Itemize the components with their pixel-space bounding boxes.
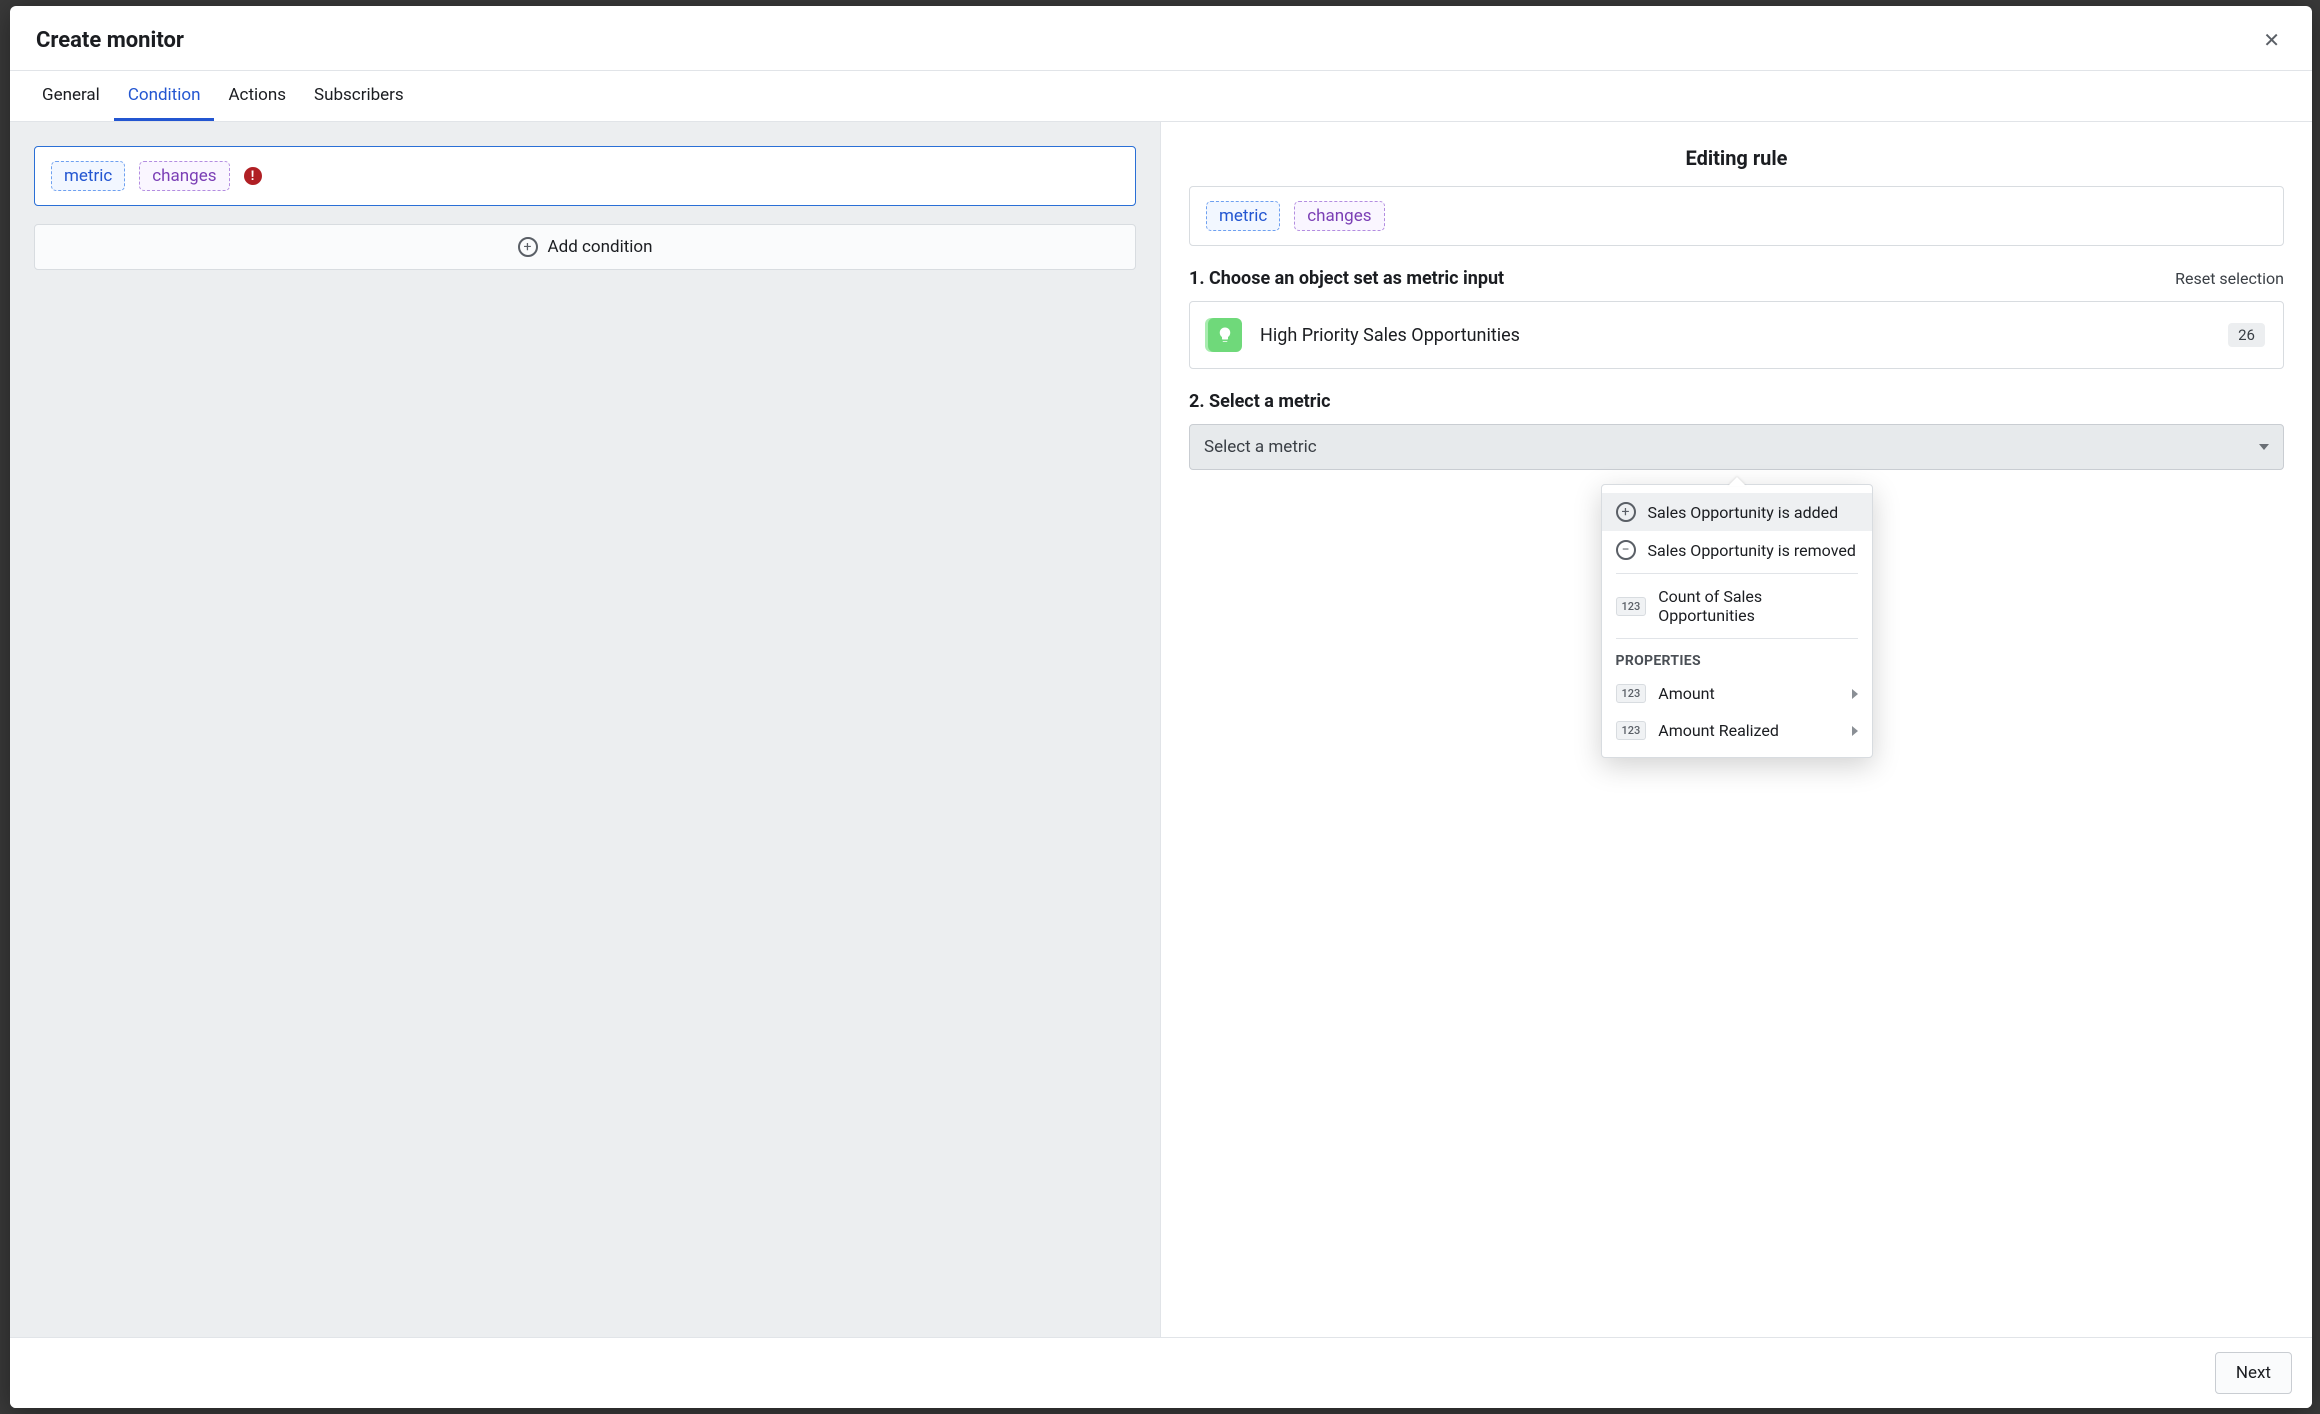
error-icon: ! [244,167,262,185]
tab-general[interactable]: General [28,71,114,121]
number-type-icon: 123 [1616,684,1647,703]
metric-property-label: Amount Realized [1658,721,1779,740]
tab-bar: General Condition Actions Subscribers [10,71,2312,122]
metric-option-removed[interactable]: − Sales Opportunity is removed [1602,531,1872,569]
tab-condition[interactable]: Condition [114,71,215,121]
metric-option-added[interactable]: + Sales Opportunity is added [1602,493,1872,531]
metric-select-placeholder: Select a metric [1204,437,1317,457]
metric-option-label: Sales Opportunity is added [1648,503,1839,522]
object-set-card[interactable]: High Priority Sales Opportunities 26 [1189,301,2284,369]
modal-title: Create monitor [36,28,184,53]
number-type-icon: 123 [1616,597,1647,616]
number-type-icon: 123 [1616,721,1647,740]
metric-option-label: Sales Opportunity is removed [1648,541,1856,560]
chevron-right-icon [1852,726,1858,736]
minus-circle-icon: − [1616,540,1636,560]
object-set-count: 26 [2228,323,2265,347]
step-1-header: 1. Choose an object set as metric input … [1189,268,2284,289]
pill-metric[interactable]: metric [51,161,125,191]
step-2-label: 2. Select a metric [1189,391,1331,412]
condition-row[interactable]: metric changes ! [34,146,1136,206]
metric-property-amount-realized[interactable]: 123 Amount Realized [1602,712,1872,749]
editing-rule-title: Editing rule [1189,146,2284,170]
metric-option-label: Count of Sales Opportunities [1658,587,1857,625]
metric-option-count[interactable]: 123 Count of Sales Opportunities [1602,578,1872,634]
modal-footer: Next [10,1337,2312,1408]
condition-list-pane: metric changes ! + Add condition [10,122,1161,1337]
divider [1616,573,1858,574]
modal-header: Create monitor ✕ [10,6,2312,71]
metric-property-amount[interactable]: 123 Amount [1602,675,1872,712]
create-monitor-modal: Create monitor ✕ General Condition Actio… [10,6,2312,1408]
add-condition-label: Add condition [548,237,653,257]
metric-select[interactable]: Select a metric [1189,424,2284,470]
dropdown-heading-properties: PROPERTIES [1602,643,1872,675]
plus-circle-icon: + [518,237,538,257]
step-2-header: 2. Select a metric [1189,391,2284,412]
next-button[interactable]: Next [2215,1352,2292,1394]
step-1-label: 1. Choose an object set as metric input [1189,268,1504,289]
divider [1616,638,1858,639]
object-set-name: High Priority Sales Opportunities [1260,325,2210,346]
tab-subscribers[interactable]: Subscribers [300,71,418,121]
chevron-down-icon [2259,444,2269,450]
add-condition-button[interactable]: + Add condition [34,224,1136,270]
reset-selection-link[interactable]: Reset selection [2175,269,2284,288]
lightbulb-icon [1208,318,1242,352]
metric-dropdown: + Sales Opportunity is added − Sales Opp… [1601,484,1873,758]
close-icon[interactable]: ✕ [2257,24,2286,56]
rule-editor-pane: Editing rule metric changes 1. Choose an… [1161,122,2312,1337]
chevron-right-icon [1852,689,1858,699]
metric-property-label: Amount [1658,684,1714,703]
pill-changes[interactable]: changes [1294,201,1384,231]
plus-circle-icon: + [1616,502,1636,522]
pill-metric[interactable]: metric [1206,201,1280,231]
rule-preview: metric changes [1189,186,2284,246]
tab-actions[interactable]: Actions [214,71,300,121]
pill-changes[interactable]: changes [139,161,229,191]
